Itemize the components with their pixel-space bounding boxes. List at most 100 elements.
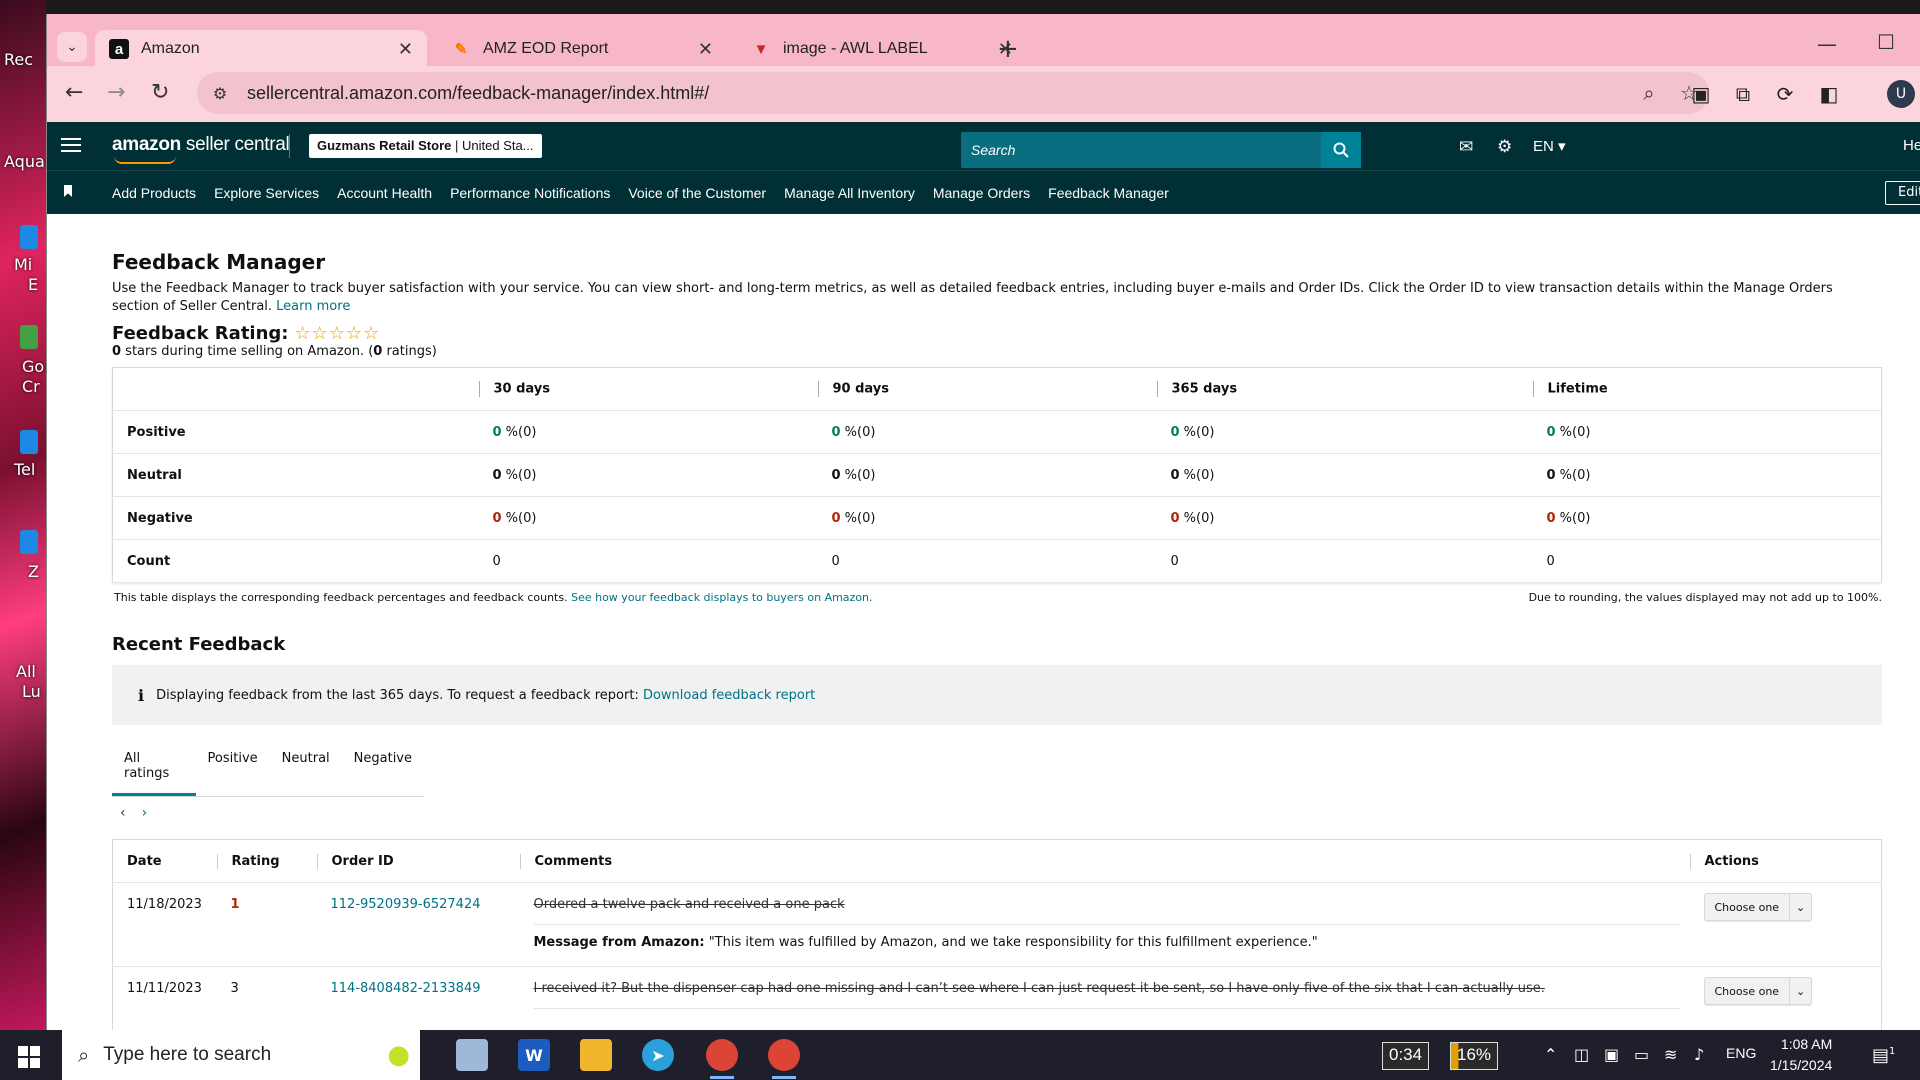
desktop-app-icon[interactable] bbox=[20, 225, 38, 249]
edit-nav-button[interactable]: Edit bbox=[1885, 181, 1920, 205]
system-clock[interactable]: 1:08 AM 1/15/2024 bbox=[1770, 1034, 1832, 1076]
nav-manage-orders[interactable]: Manage Orders bbox=[933, 185, 1030, 201]
choose-action-dropdown[interactable]: Choose one ⌄ bbox=[1703, 893, 1813, 921]
telegram-app-icon[interactable]: ➤ bbox=[642, 1039, 674, 1071]
tab-negative[interactable]: Negative bbox=[342, 739, 424, 796]
gear-icon[interactable]: ⚙ bbox=[1497, 137, 1512, 157]
bookmark-icon[interactable] bbox=[64, 185, 72, 197]
word-app-icon[interactable]: W bbox=[518, 1039, 550, 1071]
metric-cell: 0 %(0) bbox=[478, 496, 818, 540]
address-bar[interactable]: ⚙ sellercentral.amazon.com/feedback-mana… bbox=[197, 72, 1709, 114]
forward-icon[interactable]: → bbox=[107, 80, 125, 105]
app-tray-icon[interactable]: ▣ bbox=[1604, 1045, 1619, 1064]
download-feedback-report-link[interactable]: Download feedback report bbox=[643, 688, 815, 703]
amazon-smile-icon bbox=[114, 156, 176, 164]
divider bbox=[289, 134, 290, 158]
meet-icon[interactable]: ◫ bbox=[1574, 1045, 1589, 1064]
minimize-icon[interactable]: — bbox=[1817, 32, 1837, 56]
battery-indicator[interactable]: 16% bbox=[1450, 1042, 1499, 1070]
metrics-row: Neutral 0 %(0) 0 %(0) 0 %(0) 0 %(0) bbox=[112, 453, 1882, 497]
url-text[interactable]: sellercentral.amazon.com/feedback-manage… bbox=[247, 83, 1629, 104]
metric-value: 0 bbox=[831, 510, 841, 526]
choose-action-dropdown[interactable]: Choose one ⌄ bbox=[1703, 977, 1813, 1005]
windows-start-icon[interactable] bbox=[18, 1046, 40, 1068]
feedback-comment: I received it? But the dispenser cap had… bbox=[533, 981, 1545, 996]
metric-suffix: %(0) bbox=[1179, 467, 1215, 483]
extensions-puzzle-icon[interactable]: ⧉ bbox=[1729, 80, 1757, 108]
profile-avatar[interactable]: U bbox=[1887, 80, 1915, 108]
recent-feedback-table: Date Rating Order ID Comments Actions 11… bbox=[112, 839, 1882, 1050]
desktop-app-icon[interactable] bbox=[20, 325, 38, 349]
tab-amazon[interactable]: a Amazon ✕ bbox=[95, 30, 427, 68]
wifi-icon[interactable]: ≋ bbox=[1664, 1045, 1677, 1064]
extension-off-icon[interactable]: ▣ bbox=[1687, 80, 1715, 108]
timer-indicator[interactable]: 0:34 bbox=[1382, 1042, 1430, 1070]
nav-performance-notifications[interactable]: Performance Notifications bbox=[450, 185, 610, 201]
language-indicator[interactable]: ENG bbox=[1726, 1045, 1756, 1061]
column-header: 90 days bbox=[817, 367, 1157, 411]
nav-links: Add Products Explore Services Account He… bbox=[112, 171, 1187, 215]
chrome-app-icon[interactable] bbox=[706, 1039, 738, 1079]
site-info-icon[interactable]: ⚙ bbox=[207, 80, 233, 106]
file-explorer-icon[interactable] bbox=[580, 1039, 612, 1071]
zoom-icon[interactable]: ⌕ bbox=[1629, 81, 1669, 105]
store-name: Guzmans Retail Store bbox=[317, 138, 452, 153]
mail-icon[interactable]: ✉ bbox=[1459, 137, 1473, 157]
tab-positive[interactable]: Positive bbox=[196, 739, 270, 796]
sync-icon[interactable]: ⟳ bbox=[1771, 80, 1799, 108]
chevron-left-icon[interactable]: ‹ bbox=[120, 805, 126, 821]
notification-icon[interactable]: ▤1 bbox=[1872, 1045, 1895, 1066]
buyer-display-link[interactable]: See how your feedback displays to buyers… bbox=[571, 591, 872, 604]
desktop-app-icon[interactable] bbox=[20, 430, 38, 454]
close-icon[interactable]: ✕ bbox=[698, 39, 713, 60]
desktop-app-icon[interactable] bbox=[20, 530, 38, 554]
rounding-note: Due to rounding, the values displayed ma… bbox=[1528, 591, 1882, 604]
tab-neutral[interactable]: Neutral bbox=[270, 739, 342, 796]
metric-value: 0 bbox=[1546, 553, 1555, 569]
notepad-app-icon[interactable] bbox=[456, 1039, 488, 1071]
chrome-profile-app-icon[interactable] bbox=[768, 1039, 800, 1079]
recent-feedback-title: Recent Feedback bbox=[112, 634, 286, 655]
metric-cell: 0 %(0) bbox=[1532, 453, 1882, 497]
seller-central-logo[interactable]: amazon seller central bbox=[112, 134, 290, 164]
chevron-right-icon[interactable]: › bbox=[142, 805, 148, 821]
language-label: EN bbox=[1533, 138, 1554, 155]
search-input[interactable] bbox=[961, 132, 1321, 168]
nav-explore-services[interactable]: Explore Services bbox=[214, 185, 319, 201]
nav-add-products[interactable]: Add Products bbox=[112, 185, 196, 201]
tab-amz-eod-report[interactable]: ✎ AMZ EOD Report ✕ bbox=[437, 30, 727, 68]
taskbar-search-placeholder: Type here to search bbox=[103, 1044, 272, 1065]
volume-icon[interactable]: ♪ bbox=[1694, 1045, 1704, 1064]
metric-suffix: %(0) bbox=[840, 510, 876, 526]
desktop-label: Tel bbox=[14, 460, 36, 479]
reload-icon[interactable]: ↻ bbox=[151, 80, 169, 105]
help-link[interactable]: He bbox=[1903, 137, 1920, 154]
new-tab-icon[interactable]: + bbox=[997, 34, 1019, 64]
tab-search-button[interactable]: ⌄ bbox=[57, 32, 87, 62]
nav-voice-of-the-customer[interactable]: Voice of the Customer bbox=[628, 185, 766, 201]
maximize-icon[interactable]: ☐ bbox=[1877, 30, 1895, 54]
tab-awl-label[interactable]: ▼ image - AWL LABEL ✕ bbox=[737, 30, 1027, 68]
nav-feedback-manager[interactable]: Feedback Manager bbox=[1048, 185, 1169, 201]
back-icon[interactable]: ← bbox=[65, 80, 83, 105]
nav-account-health[interactable]: Account Health bbox=[337, 185, 432, 201]
desktop-label: Z bbox=[28, 562, 39, 581]
menu-icon[interactable] bbox=[61, 134, 81, 156]
battery-icon[interactable]: ▭ bbox=[1634, 1045, 1649, 1064]
store-selector[interactable]: Guzmans Retail Store | United Sta... bbox=[309, 134, 542, 158]
chevron-up-icon[interactable]: ⌃ bbox=[1544, 1045, 1557, 1064]
side-panel-icon[interactable]: ◧ bbox=[1815, 80, 1843, 108]
logo-rest: seller central bbox=[180, 134, 290, 155]
search-button[interactable] bbox=[1321, 132, 1361, 168]
language-selector[interactable]: EN ▾ bbox=[1533, 137, 1566, 155]
metric-value: 0 bbox=[1546, 510, 1556, 526]
message-label: Message from Amazon: bbox=[533, 935, 705, 950]
taskbar-search[interactable]: ⌕ Type here to search ● bbox=[62, 1030, 420, 1080]
close-icon[interactable]: ✕ bbox=[398, 39, 413, 60]
learn-more-link[interactable]: Learn more bbox=[276, 299, 350, 314]
order-id-link[interactable]: 112-9520939-6527424 bbox=[331, 897, 481, 912]
tab-all-ratings[interactable]: All ratings bbox=[112, 739, 196, 796]
order-id-link[interactable]: 114-8408482-2133849 bbox=[331, 981, 481, 996]
nav-manage-all-inventory[interactable]: Manage All Inventory bbox=[784, 185, 915, 201]
metric-value: 0 bbox=[1546, 467, 1556, 483]
